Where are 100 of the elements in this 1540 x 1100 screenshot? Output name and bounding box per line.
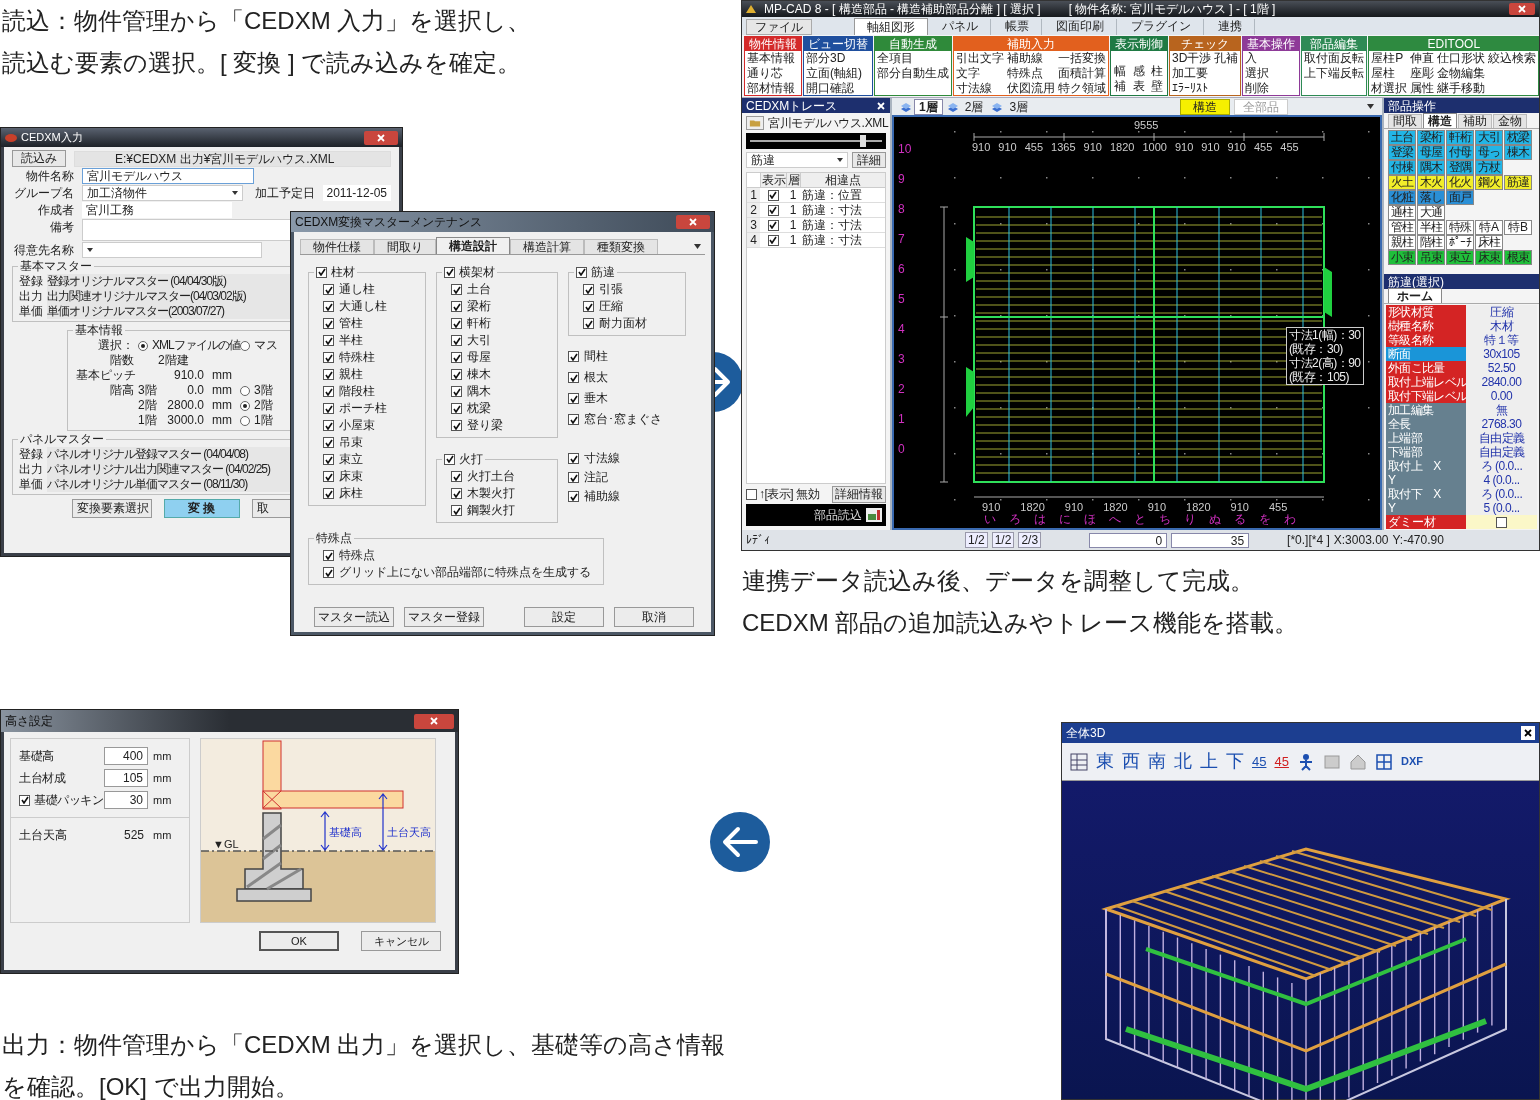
dimension-label: 土台天高 [387, 825, 431, 840]
radio-label: マス [254, 338, 278, 353]
field-label: 登録 [19, 447, 43, 462]
window-title: [ 物件名称: 宮川モデルハウス ] - [ 1階 ] [1068, 2, 1276, 16]
window-title: 高さ設定 [5, 713, 53, 730]
grid-label: 5 [898, 291, 906, 307]
status-text: X:3003.00 [1333, 533, 1389, 547]
grid-label: 6 [898, 261, 906, 277]
ribbon-group-title: 基本操作 [1243, 37, 1300, 51]
checkbox-label: 筋違 [591, 264, 615, 280]
checkbox-label: 窓台･窓まぐさ [584, 412, 662, 427]
status-text: ﾚﾃﾞｨ [746, 533, 771, 547]
info-text: 寸法2(高)：90 [1289, 356, 1361, 370]
unit-label: mm [212, 383, 232, 398]
column-header: 表示 [760, 173, 786, 188]
grid-label: 7 [898, 231, 906, 247]
unit-label: mm [212, 398, 232, 413]
checkbox-label: 大引 [467, 333, 491, 348]
checkbox-label: 注記 [584, 470, 608, 485]
checkbox-label: 軒桁 [467, 316, 491, 331]
caption: 読込：物件管理から「CEDXM 入力」を選択し、 読込む要素の選択。[ 変換 ] で読み込みを確定。 [2, 6, 532, 78]
property-value: 無 [1466, 403, 1537, 417]
group-title: 基本マスター [20, 258, 92, 274]
panel-title: CEDXMトレース [746, 98, 838, 113]
checkbox-label: 耐力面材 [599, 316, 647, 331]
dimension-label: 910 [1064, 501, 1084, 513]
grid-label: に [1059, 512, 1071, 526]
checkbox-label: 吊束 [339, 435, 363, 450]
grid-label: 10 [898, 141, 912, 157]
grid-label: は [1034, 512, 1046, 526]
window-title: 全体3D [1066, 725, 1106, 742]
checkbox-label: 間柱 [584, 349, 608, 364]
field-label: 得意先名称 [13, 242, 74, 258]
unit-label: mm [212, 368, 232, 383]
property-value: 2840.00 [1466, 375, 1537, 389]
grid-label: 2 [898, 381, 906, 397]
property-value: 2768.30 [1466, 417, 1537, 431]
group-title: パネルマスター [20, 431, 104, 447]
status-text: Y:-470.90 [1392, 533, 1444, 547]
property-label: Y [1386, 473, 1466, 487]
table-cell: 1 [786, 218, 800, 233]
checkbox-label: ポーチ柱 [339, 401, 387, 416]
checkbox-label: 半柱 [339, 333, 363, 348]
dimension-label: 910 [998, 141, 1017, 153]
field-label: 土台天高 [19, 827, 68, 844]
grid-label: 0 [898, 441, 906, 457]
info-text: (既存：30) [1289, 342, 1344, 356]
property-value: 特１等 [1466, 333, 1537, 347]
checkbox-label: 枕梁 [467, 401, 491, 416]
ribbon-group-title: 補助入力 [954, 37, 1108, 51]
grid-label: ろ [1009, 512, 1021, 526]
info-text: 寸法1(幅)：30 [1289, 328, 1361, 342]
floor-label: 1階 [138, 413, 158, 428]
property-label: 断面 [1386, 347, 1466, 361]
dimension-label: 910 [982, 501, 1001, 513]
property-value: ろ (0.0... [1466, 487, 1537, 501]
dimension-label: 455 [1253, 141, 1273, 153]
field-value: 910.0 [173, 368, 204, 383]
property-label: 外面こ比量 [1386, 361, 1466, 375]
info-text: (既存：105) [1289, 370, 1350, 384]
grid-label: 8 [898, 201, 906, 217]
field-label: 階高 [109, 383, 135, 398]
dimension-label: 910 [1227, 141, 1246, 153]
floor-label: 2階 [138, 398, 158, 413]
property-value: 自由定義 [1466, 445, 1537, 459]
row-number: 1 [747, 188, 760, 203]
column-header: 相違点 [800, 173, 885, 188]
property-label: Y [1386, 501, 1466, 515]
field-label: 階数 [109, 353, 135, 368]
field-label: 作成者 [37, 202, 74, 218]
dimension-label: 455 [1024, 141, 1044, 153]
table-cell: 筋違：寸法 [800, 218, 885, 233]
field-label: 出力 [19, 289, 43, 304]
checkbox-label: 階段柱 [339, 384, 375, 399]
ribbon-group-title: EDITOOL [1369, 37, 1539, 51]
property-value: 木材 [1466, 319, 1537, 333]
property-label: 上端部 [1386, 431, 1466, 445]
field-label: 選択： [97, 338, 135, 353]
row-number: 2 [747, 203, 760, 218]
property-label: 全長 [1386, 417, 1466, 431]
property-value: 圧縮 [1466, 305, 1537, 319]
dimension-label: 910 [1174, 141, 1194, 153]
field-label: 基礎高 [19, 748, 54, 765]
property-value: 5 (0.0... [1466, 501, 1537, 515]
dimension-label: 1820 [1109, 141, 1135, 153]
dimension-label: 基礎高 [329, 825, 362, 840]
property-label: 樹種名称 [1386, 319, 1466, 333]
grid-label: ち [1159, 512, 1171, 526]
property-label: 取付上 X [1386, 459, 1466, 473]
dimension-label: 910 [972, 141, 991, 153]
dimension-label: 1820 [1020, 501, 1045, 513]
dimension-label: 1820 [1103, 501, 1128, 513]
grid-label: 3 [898, 351, 906, 367]
group-title: 基本情報 [75, 322, 123, 338]
field-label: 基礎パッキン [34, 792, 103, 809]
grid-label: 1 [898, 411, 906, 427]
group-title: 特殊点 [316, 530, 352, 546]
property-value: 52.50 [1466, 361, 1537, 375]
unit-label: mm [153, 748, 172, 764]
dimension-label: 910 [1230, 501, 1249, 513]
